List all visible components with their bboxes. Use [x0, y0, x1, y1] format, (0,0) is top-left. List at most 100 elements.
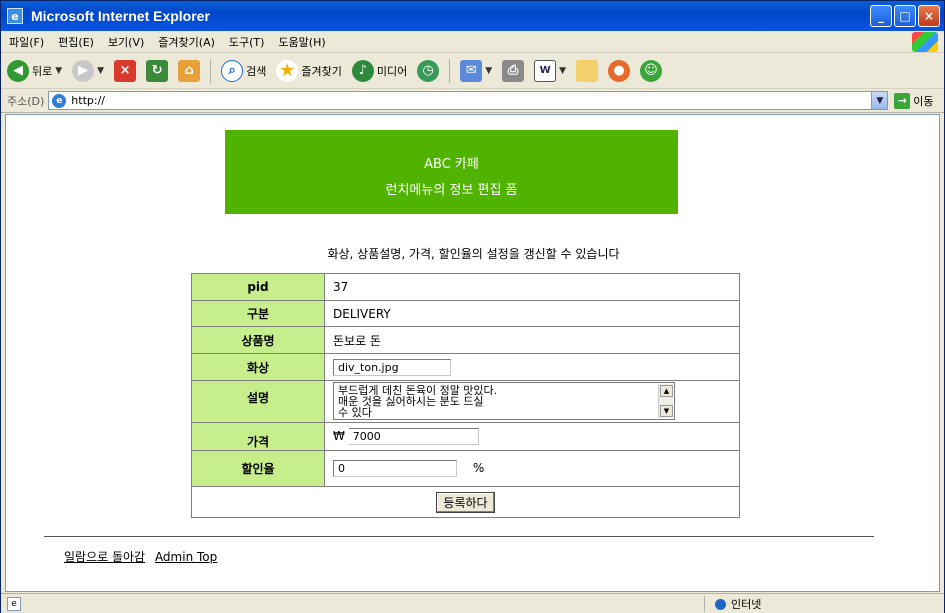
search-label: 검색 — [246, 64, 267, 78]
toolbar-separator — [449, 58, 451, 83]
word-icon: W — [534, 59, 557, 82]
refresh-icon: ↻ — [146, 59, 169, 82]
admin-top-link[interactable]: Admin Top — [155, 550, 217, 564]
favorites-label: 즐겨찾기 — [301, 64, 342, 78]
form-row-image: 화상 div_ton.jpg — [191, 353, 740, 381]
messenger-icon: ☺ — [640, 59, 663, 82]
go-arrow-icon: → — [894, 92, 911, 109]
dropdown-arrow-icon[interactable]: ▼ — [97, 66, 104, 76]
address-dropdown-icon[interactable]: ▼ — [871, 92, 888, 109]
form-row-category: 구분 DELIVERY — [191, 300, 740, 327]
menu-edit[interactable]: 편집(E) — [58, 34, 94, 50]
menu-tools[interactable]: 도구(T) — [229, 34, 265, 50]
discount-label: 할인율 — [191, 450, 325, 487]
edit-form-table: pid 37 구분 DELIVERY 상품명 돈보로 돈 화상 div_ton.… — [191, 273, 740, 518]
back-arrow-icon: ◀ — [7, 59, 29, 82]
register-button[interactable]: 등록하다 — [436, 491, 495, 513]
address-input[interactable]: e http:// ▼ — [48, 91, 889, 110]
page-status-icon: e — [7, 596, 21, 611]
title-bar[interactable]: e Microsoft Internet Explorer _ □ × — [1, 1, 944, 31]
menu-bar: 파일(F) 편집(E) 보기(V) 즐겨찾기(A) 도구(T) 도움말(H) — [1, 31, 944, 53]
search-icon: ⌕ — [221, 59, 244, 82]
category-value: DELIVERY — [324, 300, 740, 327]
favorites-button[interactable]: ★ 즐겨찾기 — [276, 59, 342, 82]
menu-help[interactable]: 도움말(H) — [278, 34, 325, 50]
window-title: Microsoft Internet Explorer — [31, 8, 210, 24]
form-row-pid: pid 37 — [191, 273, 740, 301]
back-label: 뒤로 — [32, 64, 53, 78]
category-label: 구분 — [191, 300, 325, 327]
folder-button[interactable] — [576, 59, 599, 82]
description-label: 설명 — [191, 380, 325, 423]
dropdown-arrow-icon[interactable]: ▼ — [55, 66, 62, 76]
dropdown-arrow-icon[interactable]: ▼ — [485, 66, 492, 76]
form-row-name: 상품명 돈보로 돈 — [191, 326, 740, 354]
media-icon: ♪ — [351, 59, 374, 82]
product-name-label: 상품명 — [191, 326, 325, 354]
description-scrollbar[interactable]: ▲ ▼ — [658, 384, 673, 418]
go-button[interactable]: → 이동 — [894, 92, 934, 109]
toolbar: ◀ 뒤로 ▼ ▶ ▼ × ↻ ⌂ ⌕ 검색 ★ 즐겨찾기 ♪ 미디어 ◷ ✉ ▼… — [1, 53, 944, 89]
price-label: 가격 — [191, 422, 325, 451]
minimize-button[interactable]: _ — [870, 5, 892, 27]
scroll-up-icon[interactable]: ▲ — [660, 385, 673, 397]
mail-icon: ✉ — [460, 59, 483, 82]
home-button[interactable]: ⌂ — [178, 59, 201, 82]
dropdown-arrow-icon[interactable]: ▼ — [559, 66, 566, 76]
menu-view[interactable]: 보기(V) — [108, 34, 144, 50]
instruction-text: 화상, 상품설명, 가격, 할인율의 설정을 갱신할 수 있습니다 — [327, 247, 620, 261]
back-button[interactable]: ◀ 뒤로 ▼ — [7, 59, 62, 82]
form-row-price: 가격 ₩ 7000 — [191, 422, 740, 451]
edit-button[interactable]: W ▼ — [534, 59, 566, 82]
page-icon: e — [52, 93, 67, 108]
printer-icon: ⎙ — [502, 59, 525, 82]
address-label: 주소(D) — [7, 94, 45, 108]
price-input[interactable]: 7000 — [348, 428, 479, 445]
folder-icon — [576, 59, 599, 82]
messenger-button[interactable]: ☺ — [640, 59, 663, 82]
back-to-list-link[interactable]: 일람으로 돌아감 — [64, 550, 145, 564]
research-button[interactable]: ● — [608, 59, 631, 82]
refresh-button[interactable]: ↻ — [146, 59, 169, 82]
banner-subtitle: 런치메뉴의 정보 편집 폼 — [385, 183, 518, 198]
menu-file[interactable]: 파일(F) — [9, 34, 44, 50]
stop-icon: × — [114, 59, 137, 82]
page-content: ABC 카페 런치메뉴의 정보 편집 폼 화상, 상품설명, 가격, 할인율의 … — [5, 114, 940, 592]
description-line-3: 수 있다 — [338, 406, 372, 419]
form-row-submit: 등록하다 — [191, 486, 740, 518]
banner-title: ABC 카페 — [424, 157, 479, 172]
header-banner: ABC 카페 런치메뉴의 정보 편집 폼 — [225, 130, 678, 214]
stop-button[interactable]: × — [114, 59, 137, 82]
close-button[interactable]: × — [918, 5, 940, 27]
footer-links: 일람으로 돌아감 Admin Top — [64, 548, 223, 565]
search-button[interactable]: ⌕ 검색 — [221, 59, 267, 82]
address-bar: 주소(D) e http:// ▼ → 이동 — [1, 89, 944, 113]
star-icon: ★ — [276, 59, 299, 82]
forward-arrow-icon: ▶ — [72, 59, 95, 82]
windows-logo-icon — [912, 32, 938, 52]
pid-value: 37 — [324, 273, 740, 301]
mail-button[interactable]: ✉ ▼ — [460, 59, 492, 82]
product-name-value: 돈보로 돈 — [324, 326, 740, 354]
description-line-2: 매운 것을 싫어하시는 분도 드실 — [338, 395, 484, 408]
history-icon: ◷ — [417, 59, 440, 82]
discount-input[interactable]: 0 — [333, 460, 457, 477]
history-button[interactable]: ◷ — [417, 59, 440, 82]
security-zone: 인터넷 — [704, 596, 932, 612]
media-button[interactable]: ♪ 미디어 — [351, 59, 408, 82]
pid-label: pid — [191, 273, 325, 301]
scroll-down-icon[interactable]: ▼ — [660, 405, 673, 417]
description-textarea[interactable]: 부드럽게 데친 돈육이 정말 맛있다. 매운 것을 싫어하시는 분도 드실 수 … — [333, 382, 675, 420]
menu-favorites[interactable]: 즐겨찾기(A) — [158, 34, 215, 50]
address-url: http:// — [71, 94, 105, 107]
forward-button[interactable]: ▶ ▼ — [72, 59, 104, 82]
ie-icon: e — [7, 8, 23, 24]
media-label: 미디어 — [376, 64, 408, 78]
globe-icon — [715, 598, 726, 610]
maximize-button[interactable]: □ — [894, 5, 916, 27]
home-icon: ⌂ — [178, 59, 201, 82]
form-row-discount: 할인율 0 % — [191, 450, 740, 487]
print-button[interactable]: ⎙ — [502, 59, 525, 82]
image-input[interactable]: div_ton.jpg — [333, 358, 451, 376]
research-icon: ● — [608, 59, 631, 82]
